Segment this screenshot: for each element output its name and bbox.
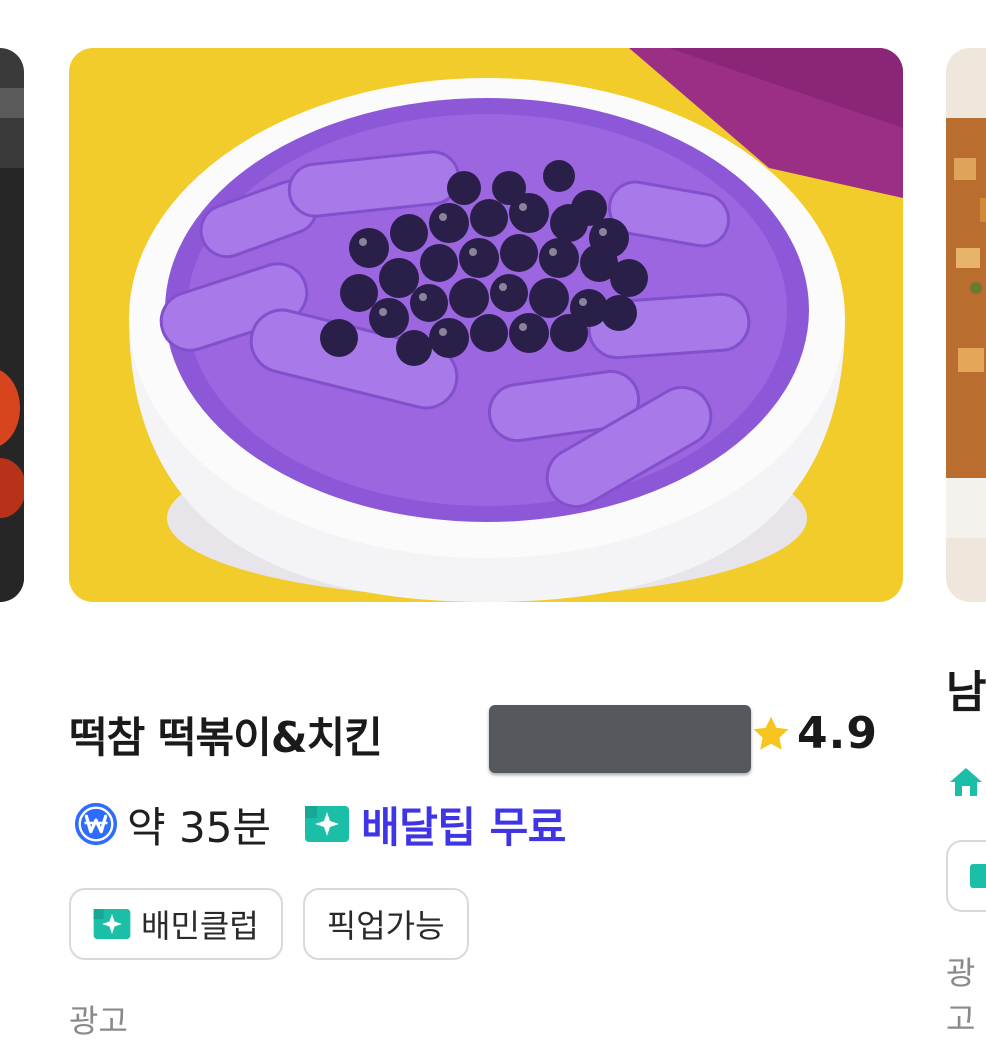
chip-label: 픽업가능 (326, 907, 445, 945)
baemin-club-icon (93, 909, 131, 939)
prev-store-thumbnail[interactable] (0, 48, 24, 602)
baemin-club-icon (305, 806, 350, 842)
chip-pickup[interactable]: 픽업가능 (302, 888, 469, 960)
next-store-thumbnail[interactable] (946, 48, 986, 602)
chip-label: 배민클럽 (141, 907, 259, 945)
rating-value: 4.9 (797, 708, 878, 759)
delivery-tip: 배달팁 무료 (361, 802, 566, 852)
redaction-block (489, 705, 751, 773)
delivery-time: 약 35분 (127, 802, 272, 852)
baemin-club-icon (970, 864, 986, 888)
home-icon (950, 768, 982, 796)
won-coupon-icon (74, 802, 118, 846)
delivery-info-row: 약 35분 배달팁 무료 (73, 792, 566, 856)
ad-label: 광고 (69, 1002, 128, 1040)
store-rating: 4.9 (749, 708, 878, 759)
badge-chips: 배민클럽 픽업가능 (69, 888, 469, 960)
store-thumbnail[interactable] (69, 48, 903, 602)
chip-baemin-club[interactable]: 배민클럽 (69, 888, 283, 960)
star-icon (753, 716, 789, 750)
next-store-ad-label: 광고 (946, 954, 976, 1038)
store-card[interactable]: 떡참 떡볶이&치킨 4.9 약 35분 배달팁 무료 배민클럽 픽업가능 광고 (69, 48, 903, 1040)
next-store-name[interactable]: 남 (946, 656, 986, 720)
store-name[interactable]: 떡참 떡볶이&치킨 (69, 704, 383, 765)
next-store-chip[interactable] (946, 840, 986, 912)
